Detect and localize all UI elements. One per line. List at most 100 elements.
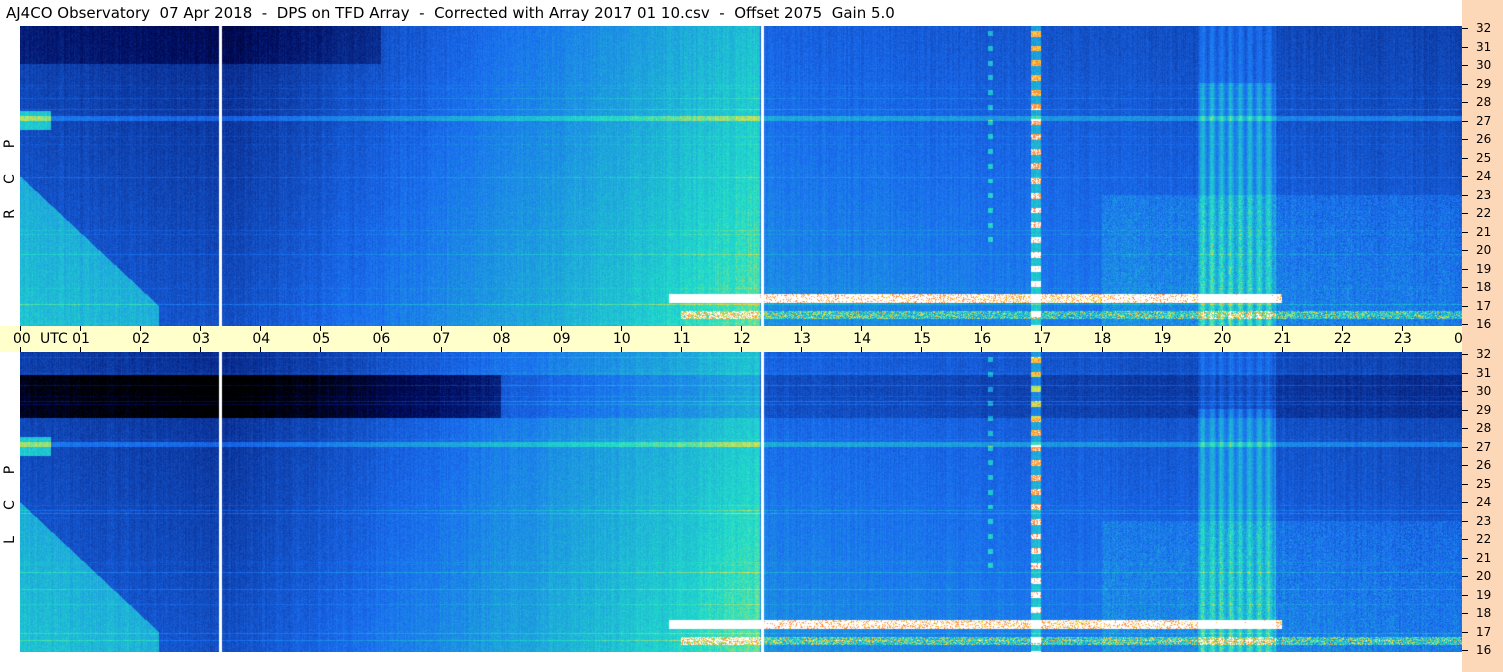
freq-tick-label: 21 (1476, 551, 1492, 565)
rcp-label-letter: C (2, 174, 18, 184)
freq-tick-mark (1462, 484, 1468, 485)
freq-tick-mark (1462, 176, 1468, 177)
freq-tick-mark (1462, 595, 1468, 596)
freq-tick-label: 27 (1476, 440, 1492, 454)
time-tick-label: 20 (1213, 331, 1232, 347)
freq-tick-mark (1462, 47, 1468, 48)
freq-tick-mark (1462, 139, 1468, 140)
time-tick-label: 06 (372, 331, 391, 347)
rcp-spectrogram (20, 26, 1462, 326)
freq-tick-label: 20 (1476, 243, 1492, 257)
time-tick-label: 13 (793, 331, 811, 347)
time-tick-label: 10 (612, 331, 631, 347)
time-tick-label: 01 (72, 331, 90, 347)
lcp-spectrogram (20, 352, 1462, 652)
freq-tick-mark (1462, 373, 1468, 374)
time-tick-label: 02 (132, 331, 150, 347)
time-tick-label: 11 (672, 331, 691, 347)
time-tick-label: 15 (913, 331, 932, 347)
freq-tick-label: 23 (1476, 188, 1492, 202)
freq-tick-mark (1462, 632, 1468, 633)
freq-tick-mark (1462, 502, 1468, 503)
freq-tick-mark (1462, 195, 1468, 196)
time-tick-label: 12 (733, 331, 751, 347)
freq-tick-mark (1462, 102, 1468, 103)
freq-tick-label: 29 (1476, 77, 1492, 91)
time-tick-mark (380, 347, 382, 352)
time-tick-mark (1101, 347, 1103, 352)
freq-tick-label: 22 (1476, 532, 1492, 546)
freq-tick-label: 28 (1476, 95, 1492, 109)
freq-tick-label: 18 (1476, 280, 1492, 294)
time-tick-label: 04 (252, 331, 271, 347)
freq-tick-mark (1462, 465, 1468, 466)
time-tick-label: 19 (1153, 331, 1172, 347)
freq-tick-label: 30 (1476, 384, 1492, 398)
freq-tick-mark (1462, 391, 1468, 392)
freq-tick-label: 31 (1476, 366, 1492, 380)
rcp-label-letter: R (2, 209, 18, 219)
freq-tick-mark (1462, 232, 1468, 233)
freq-tick-label: 28 (1476, 421, 1492, 435)
freq-tick-label: 26 (1476, 132, 1492, 146)
time-tick-mark (200, 347, 202, 352)
utc-label: UTC (40, 331, 68, 347)
time-tick-label: 16 (973, 331, 992, 347)
time-tick-mark (741, 347, 742, 352)
rcp-label-letter: P (2, 139, 18, 149)
title-bar: AJ4CO Observatory 07 Apr 2018 - DPS on T… (0, 0, 1503, 26)
freq-tick-mark (1462, 65, 1468, 66)
freq-tick-mark (1462, 539, 1468, 540)
time-tick-mark (1221, 347, 1223, 352)
freq-tick-mark (1462, 28, 1468, 29)
time-tick-label: 14 (853, 331, 871, 347)
freq-tick-mark (1462, 521, 1468, 522)
freq-tick-label: 29 (1476, 403, 1492, 417)
time-tick-mark (500, 347, 502, 352)
freq-tick-mark (1462, 576, 1468, 577)
freq-tick-label: 18 (1476, 606, 1492, 620)
freq-tick-mark (1462, 428, 1468, 429)
freq-tick-label: 25 (1476, 151, 1492, 165)
freq-tick-label: 22 (1476, 206, 1492, 220)
lcp-label-letter: C (2, 500, 18, 510)
time-tick-mark (560, 347, 562, 352)
freq-tick-label: 24 (1476, 495, 1492, 509)
time-tick-label: 05 (312, 331, 331, 347)
freq-tick-mark (1462, 287, 1468, 288)
freq-tick-mark (1462, 613, 1468, 614)
time-tick-label: 00 (13, 331, 31, 347)
time-tick-label: 21 (1273, 331, 1292, 347)
lcp-label-letter: P (2, 465, 18, 475)
freq-tick-mark (1462, 354, 1468, 355)
freq-tick-mark (1462, 250, 1468, 251)
freq-tick-label: 17 (1476, 625, 1492, 639)
time-tick-mark (260, 347, 262, 352)
time-tick-label: 18 (1093, 331, 1112, 347)
freq-tick-label: 19 (1476, 262, 1492, 276)
time-tick-label: 23 (1393, 331, 1412, 347)
freq-tick-label: 31 (1476, 40, 1492, 54)
freq-tick-mark (1462, 558, 1468, 559)
time-tick-label: 08 (492, 331, 511, 347)
freq-tick-label: 30 (1476, 58, 1492, 72)
freq-tick-mark (1462, 158, 1468, 159)
time-tick-label: 09 (552, 331, 571, 347)
freq-tick-mark (1462, 650, 1468, 651)
freq-tick-label: 32 (1476, 347, 1492, 361)
freq-tick-label: 23 (1476, 514, 1492, 528)
time-tick-label: 03 (192, 331, 211, 347)
freq-tick-mark (1462, 213, 1468, 214)
time-tick-mark (981, 347, 983, 352)
freq-tick-label: 16 (1476, 643, 1492, 657)
freq-tick-label: 24 (1476, 169, 1492, 183)
freq-tick-mark (1462, 84, 1468, 85)
freq-tick-mark (1462, 447, 1468, 448)
freq-tick-label: 16 (1476, 317, 1492, 331)
freq-tick-label: 32 (1476, 21, 1492, 35)
freq-tick-label: 20 (1476, 569, 1492, 583)
time-tick-label: 17 (1033, 331, 1052, 347)
time-tick-label: 22 (1333, 331, 1352, 347)
time-tick-mark (861, 347, 863, 352)
freq-tick-label: 27 (1476, 114, 1492, 128)
